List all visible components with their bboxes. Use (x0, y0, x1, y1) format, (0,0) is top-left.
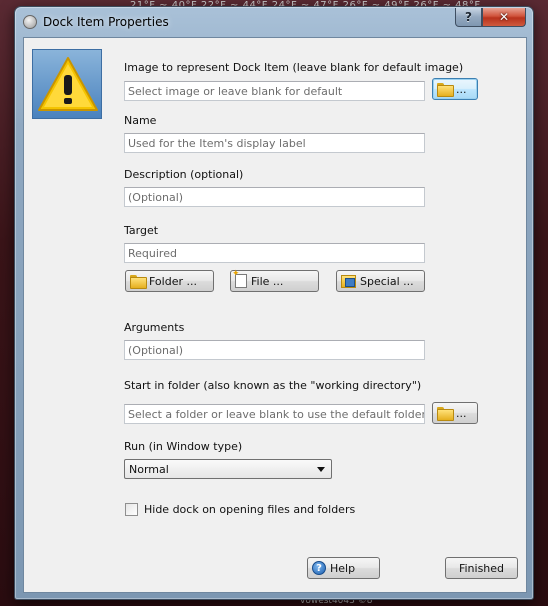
start-in-browse-label: ... (456, 406, 467, 420)
name-input[interactable]: Used for the Item's display label (124, 133, 425, 153)
target-input[interactable]: Required (124, 243, 425, 263)
start-in-browse-button[interactable]: ... (432, 402, 478, 424)
close-button[interactable]: ✕ (482, 8, 526, 27)
arguments-label: Arguments (124, 321, 185, 334)
target-folder-button[interactable]: Folder ... (125, 270, 214, 292)
description-input[interactable]: (Optional) (124, 187, 425, 207)
description-label: Description (optional) (124, 168, 244, 181)
target-label: Target (124, 224, 159, 237)
help-button[interactable]: ? Help (307, 557, 380, 579)
file-icon (232, 269, 247, 288)
run-window-type-select[interactable]: Normal (124, 459, 332, 479)
help-caption-button[interactable]: ? (455, 8, 482, 27)
target-file-button[interactable]: File ... (230, 269, 319, 292)
finished-button[interactable]: Finished (445, 557, 518, 579)
window-title: Dock Item Properties (43, 15, 169, 29)
folder-open-icon (437, 407, 454, 421)
image-browse-button[interactable]: ... (432, 78, 478, 100)
arguments-input[interactable]: (Optional) (124, 340, 425, 360)
run-selected-value: Normal (129, 463, 169, 476)
item-image-preview (32, 49, 102, 119)
image-input[interactable]: Select image or leave blank for default (124, 81, 425, 101)
image-browse-label: ... (456, 82, 467, 96)
dock-item-properties-window: Dock Item Properties ? ✕ Image to repres… (14, 6, 534, 600)
target-special-label: Special ... (360, 274, 414, 288)
dialog-client-area: Image to represent Dock Item (leave blan… (23, 37, 527, 593)
name-label: Name (124, 114, 157, 127)
help-icon: ? (312, 561, 326, 575)
run-label: Run (in Window type) (124, 440, 243, 453)
start-in-label: Start in folder (also known as the "work… (124, 379, 422, 392)
start-in-input[interactable]: Select a folder or leave blank to use th… (124, 404, 425, 424)
target-file-label: File ... (251, 274, 284, 288)
title-bar[interactable]: Dock Item Properties ? ✕ (15, 7, 533, 37)
folder-icon (130, 275, 147, 289)
special-folder-icon (341, 274, 356, 288)
chevron-down-icon (317, 467, 325, 472)
target-folder-label: Folder ... (149, 274, 197, 288)
folder-open-icon (437, 83, 454, 97)
help-button-label: Help (330, 561, 356, 575)
image-label: Image to represent Dock Item (leave blan… (124, 61, 464, 74)
warning-icon (38, 57, 98, 111)
hide-dock-label[interactable]: Hide dock on opening files and folders (144, 503, 355, 516)
app-icon (23, 15, 37, 29)
target-special-button[interactable]: Special ... (336, 270, 425, 292)
hide-dock-checkbox[interactable] (125, 503, 138, 516)
